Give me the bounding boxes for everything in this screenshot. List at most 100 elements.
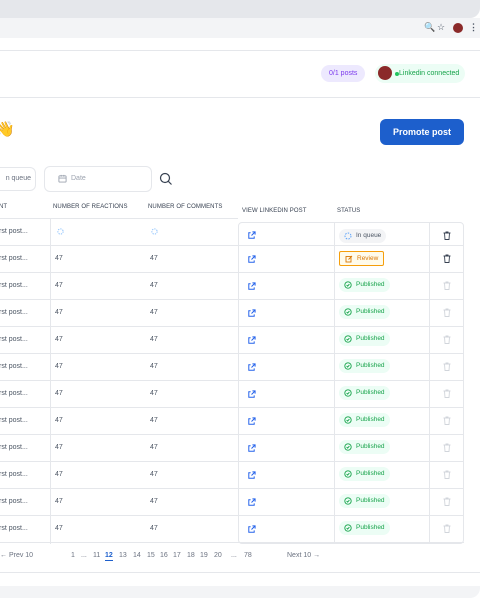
next-page-button[interactable]: Next 10 →: [287, 552, 320, 564]
trash-icon: [443, 281, 451, 290]
wave-emoji-icon: 👋: [0, 121, 15, 138]
comments-cell: 47: [150, 282, 158, 289]
reactions-cell: 47: [55, 444, 63, 451]
trash-icon: [443, 362, 451, 371]
trash-icon: [443, 470, 451, 479]
status-badge: Published: [339, 467, 390, 481]
table-row: rst post... 47 47 Published: [0, 272, 464, 299]
status-label: Published: [356, 443, 385, 450]
comments-cell: 47: [150, 363, 158, 370]
table-row: rst post... 47 47 Published: [0, 407, 464, 434]
comments-cell: 47: [150, 417, 158, 424]
post-content-cell: rst post...: [0, 498, 28, 505]
status-label: Published: [356, 497, 385, 504]
column-header-comments: NUMBER OF COMMENTS: [148, 204, 223, 210]
page-number-button[interactable]: 78: [244, 552, 252, 559]
table-row: rst post... 47 47 Published: [0, 461, 464, 488]
check-circle-icon: [344, 308, 352, 316]
trash-icon[interactable]: [443, 254, 451, 263]
table-row: rst post... 47 47 Published: [0, 299, 464, 326]
comments-cell: 47: [150, 498, 158, 505]
reactions-cell: 47: [55, 336, 63, 343]
post-content-cell: rst post...: [0, 336, 28, 343]
page-number-button[interactable]: 13: [119, 552, 127, 559]
edit-icon: [345, 255, 353, 263]
comments-cell: 47: [150, 255, 158, 262]
page-number-button[interactable]: 1: [71, 552, 75, 559]
external-link-icon[interactable]: [247, 444, 256, 453]
reactions-cell: 47: [55, 498, 63, 505]
status-badge: Published: [339, 278, 390, 292]
page-number-button[interactable]: 16: [160, 552, 168, 559]
external-link-icon[interactable]: [247, 363, 256, 372]
check-circle-icon: [344, 281, 352, 289]
page-number-button[interactable]: 20: [214, 552, 222, 559]
status-badge: Published: [339, 305, 390, 319]
column-header-view-post: VIEW LINKEDIN POST: [242, 208, 307, 214]
external-link-icon[interactable]: [247, 498, 256, 507]
external-link-icon[interactable]: [247, 309, 256, 318]
zoom-icon[interactable]: 🔍: [424, 22, 435, 33]
page-number-button[interactable]: 11: [93, 552, 100, 559]
external-link-icon[interactable]: [247, 525, 256, 534]
post-content-cell: rst post...: [0, 282, 28, 289]
pagination-ellipsis: ...: [231, 552, 237, 559]
trash-icon[interactable]: [443, 231, 451, 240]
table-row: rst post... In queue: [0, 218, 464, 245]
status-badge: Published: [339, 332, 390, 346]
check-circle-icon: [344, 335, 352, 343]
external-link-icon[interactable]: [247, 417, 256, 426]
status-label: In queue: [356, 232, 382, 239]
page-number-button[interactable]: 17: [173, 552, 181, 559]
page-number-button[interactable]: 18: [187, 552, 195, 559]
trash-icon: [443, 443, 451, 452]
status-badge: Published: [339, 359, 390, 373]
external-link-icon[interactable]: [247, 336, 256, 345]
page-number-button[interactable]: 14: [133, 552, 141, 559]
external-link-icon[interactable]: [247, 231, 256, 240]
loading-spinner-icon: [151, 228, 158, 235]
page-number-button[interactable]: 15: [147, 552, 155, 559]
check-circle-icon: [344, 416, 352, 424]
comments-cell: 47: [150, 471, 158, 478]
status-label: Review: [357, 255, 379, 262]
avatar: [378, 66, 392, 80]
browser-frame-bottom: [0, 586, 480, 598]
external-link-icon[interactable]: [247, 282, 256, 291]
external-link-icon[interactable]: [247, 255, 256, 264]
status-badge: Published: [339, 413, 390, 427]
browser-menu-icon[interactable]: ⋮: [469, 22, 478, 33]
page-number-button[interactable]: 19: [200, 552, 208, 559]
divider: [0, 572, 480, 573]
status-label: Published: [356, 524, 385, 531]
trash-icon: [443, 497, 451, 506]
check-circle-icon: [344, 362, 352, 370]
page-number-button[interactable]: 12: [105, 552, 113, 561]
check-circle-icon: [344, 389, 352, 397]
promote-post-button[interactable]: Promote post: [380, 119, 464, 145]
reactions-cell: 47: [55, 255, 63, 262]
comments-cell: 47: [150, 390, 158, 397]
status-badge: Published: [339, 521, 390, 535]
status-badge: In queue: [339, 229, 387, 243]
browser-profile-avatar[interactable]: [453, 23, 463, 33]
trash-icon: [443, 389, 451, 398]
check-circle-icon: [344, 443, 352, 451]
search-icon[interactable]: [159, 172, 173, 186]
star-icon[interactable]: ☆: [437, 22, 445, 33]
status-label: Published: [356, 470, 385, 477]
table-row: rst post... 47 47 Published: [0, 488, 464, 515]
row-divider: [0, 218, 238, 219]
status-label: Published: [356, 281, 385, 288]
comments-cell: 47: [150, 309, 158, 316]
status-badge: Published: [339, 440, 390, 454]
status-badge: Published: [339, 386, 390, 400]
status-label: Published: [356, 416, 385, 423]
external-link-icon[interactable]: [247, 390, 256, 399]
calendar-icon: [58, 174, 67, 183]
status-filter[interactable]: n queue: [0, 167, 36, 191]
external-link-icon[interactable]: [247, 471, 256, 480]
prev-page-button[interactable]: ← Prev 10: [0, 552, 33, 564]
post-content-cell: rst post...: [0, 471, 28, 478]
posts-count-badge: 0/1 posts: [321, 65, 366, 82]
